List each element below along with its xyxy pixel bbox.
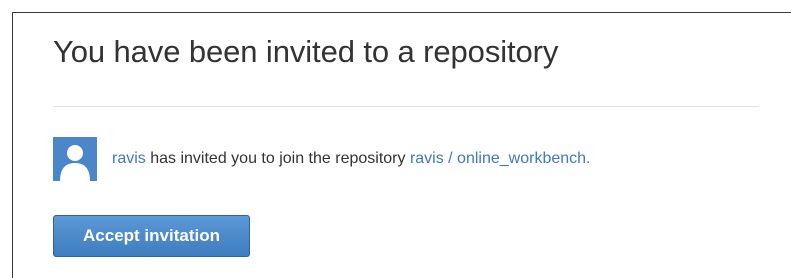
inviter-link[interactable]: ravis xyxy=(112,150,146,167)
accept-invitation-button[interactable]: Accept invitation xyxy=(53,215,250,257)
invitation-text: ravis has invited you to join the reposi… xyxy=(112,150,590,168)
user-avatar-icon[interactable] xyxy=(53,137,97,181)
invitation-message: has invited you to join the repository xyxy=(145,150,410,167)
invitation-message-row: ravis has invited you to join the reposi… xyxy=(53,137,590,181)
repository-link[interactable]: ravis / online_workbench. xyxy=(410,150,591,167)
repository-name: ravis / online_workbench xyxy=(409,150,587,167)
page-title: You have been invited to a repository xyxy=(53,34,559,69)
repository-period: . xyxy=(586,150,591,167)
divider xyxy=(53,106,759,107)
